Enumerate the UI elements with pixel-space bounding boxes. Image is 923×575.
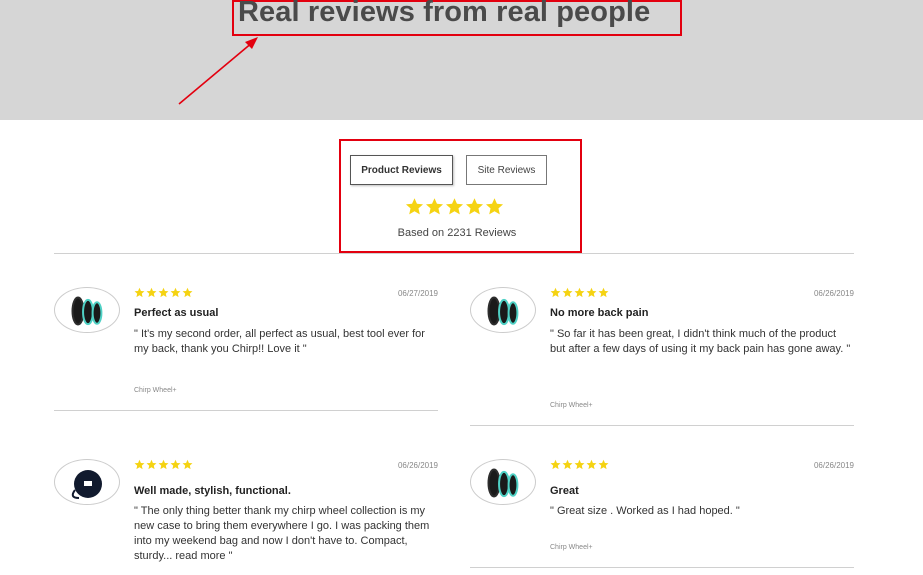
star-icon: [598, 459, 609, 470]
review-body: " The only thing better thank my chirp w…: [134, 504, 438, 564]
summary-rating-stars: [405, 197, 505, 219]
review-product[interactable]: Chirp Wheel+: [550, 402, 593, 409]
star-icon: [182, 287, 193, 298]
star-icon: [182, 459, 193, 470]
review-stars: [550, 459, 610, 470]
review-title: Perfect as usual: [134, 307, 219, 319]
review-stars: [134, 459, 194, 470]
product-thumbnail: [54, 459, 120, 505]
review-body: " It's my second order, all perfect as u…: [134, 328, 425, 355]
review-date: 06/26/2019: [813, 289, 854, 298]
review-date: 06/26/2019: [813, 461, 854, 470]
review-body: " So far it has been great, I didn't thi…: [550, 328, 851, 355]
star-icon: [158, 287, 169, 298]
case-icon: [71, 470, 102, 499]
star-icon: [598, 287, 609, 298]
read-more-link[interactable]: read more ": [175, 550, 232, 562]
review-card: 06/26/2019 Great " Great size . Worked a…: [470, 459, 854, 575]
star-icon: [405, 198, 424, 215]
wheels-icon: [71, 296, 103, 326]
page-title: Real reviews from real people: [238, 0, 651, 28]
wheels-icon: [487, 296, 519, 326]
review-product[interactable]: Chirp Wheel+: [134, 387, 177, 394]
star-icon: [445, 198, 464, 215]
star-icon: [134, 459, 145, 470]
divider: [470, 567, 854, 568]
star-icon: [485, 198, 504, 215]
star-icon: [562, 459, 573, 470]
star-icon: [586, 459, 597, 470]
divider: [54, 410, 438, 411]
review-body: " Great size . Worked as I had hoped. ": [550, 505, 740, 517]
star-icon: [562, 287, 573, 298]
review-product[interactable]: Chirp Wheel+: [550, 544, 593, 551]
review-card: 06/26/2019 Well made, stylish, functiona…: [54, 459, 438, 575]
divider: [54, 253, 854, 254]
review-stars: [134, 287, 194, 298]
review-title: Great: [550, 485, 579, 497]
product-thumbnail: [54, 287, 120, 333]
tab-site-reviews[interactable]: Site Reviews: [466, 155, 547, 185]
star-icon: [465, 198, 484, 215]
tab-product-reviews[interactable]: Product Reviews: [350, 155, 453, 185]
star-icon: [146, 459, 157, 470]
review-stars: [550, 287, 610, 298]
star-icon: [574, 287, 585, 298]
product-thumbnail: [470, 287, 536, 333]
annotation-arrow: [178, 37, 258, 105]
star-icon: [586, 287, 597, 298]
review-title: No more back pain: [550, 307, 649, 319]
star-icon: [550, 287, 561, 298]
review-title: Well made, stylish, functional.: [134, 485, 291, 497]
wheels-icon: [487, 468, 519, 498]
star-icon: [425, 198, 444, 215]
divider: [470, 425, 854, 426]
star-icon: [550, 459, 561, 470]
star-icon: [146, 287, 157, 298]
review-card: 06/27/2019 Perfect as usual " It's my se…: [54, 287, 438, 412]
review-date: 06/27/2019: [397, 289, 438, 298]
star-icon: [170, 459, 181, 470]
review-count: Based on 2231 Reviews: [397, 227, 517, 239]
review-date: 06/26/2019: [397, 461, 438, 470]
star-icon: [170, 287, 181, 298]
review-card: 06/26/2019 No more back pain " So far it…: [470, 287, 854, 427]
star-icon: [574, 459, 585, 470]
product-thumbnail: [470, 459, 536, 505]
star-icon: [158, 459, 169, 470]
star-icon: [134, 287, 145, 298]
